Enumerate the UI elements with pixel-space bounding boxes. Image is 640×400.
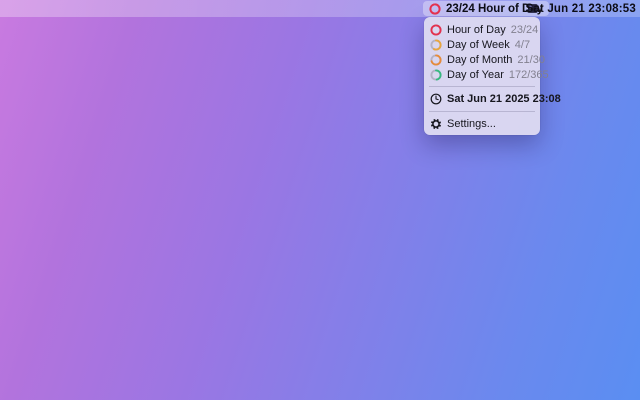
menubar-clock-label: Sat Jun 21 23:08:53 <box>525 2 636 15</box>
menu-item-value: 172/365 <box>508 68 549 81</box>
progress-clock-menu: Hour of Day 23/24 Day of Week 4/7 Day of… <box>424 17 561 135</box>
menu-item-value: 23/24 <box>510 23 539 36</box>
menu-item-day-of-year[interactable]: Day of Year 172/365 <box>424 67 549 82</box>
menu-item-label: Hour of Day <box>447 23 506 36</box>
menu-separator <box>429 86 535 87</box>
menu-item-value: 21/30 <box>517 53 545 66</box>
menu-item-settings-label: Settings... <box>447 117 496 130</box>
menu-item-settings[interactable]: Settings... <box>424 116 540 131</box>
menu-bar: 23/24 Hour of Day Sat Jun 21 23:08:53 <box>0 0 640 17</box>
progress-ring-icon <box>429 2 441 15</box>
menu-item-value: 4/7 <box>514 38 531 51</box>
menu-item-day-of-week[interactable]: Day of Week 4/7 <box>424 37 540 52</box>
week-progress-ring-icon <box>430 38 442 51</box>
menu-item-label: Day of Year <box>447 68 504 81</box>
menu-item-day-of-month[interactable]: Day of Month 21/30 <box>424 52 545 67</box>
hour-progress-ring-icon <box>430 23 442 36</box>
menu-item-date-label: Sat Jun 21 2025 23:08 <box>447 93 561 105</box>
month-progress-ring-icon <box>430 53 442 66</box>
menu-item-label: Day of Week <box>447 38 510 51</box>
clock-icon <box>430 93 442 105</box>
year-progress-ring-icon <box>430 68 442 81</box>
menu-separator <box>429 111 535 112</box>
menu-item-label: Day of Month <box>447 53 513 66</box>
menu-item-hour-of-day[interactable]: Hour of Day 23/24 <box>424 22 540 37</box>
menubar-clock[interactable]: Sat Jun 21 23:08:53 <box>525 1 636 16</box>
menu-item-date[interactable]: Sat Jun 21 2025 23:08 <box>424 91 561 107</box>
gear-icon <box>430 118 442 129</box>
